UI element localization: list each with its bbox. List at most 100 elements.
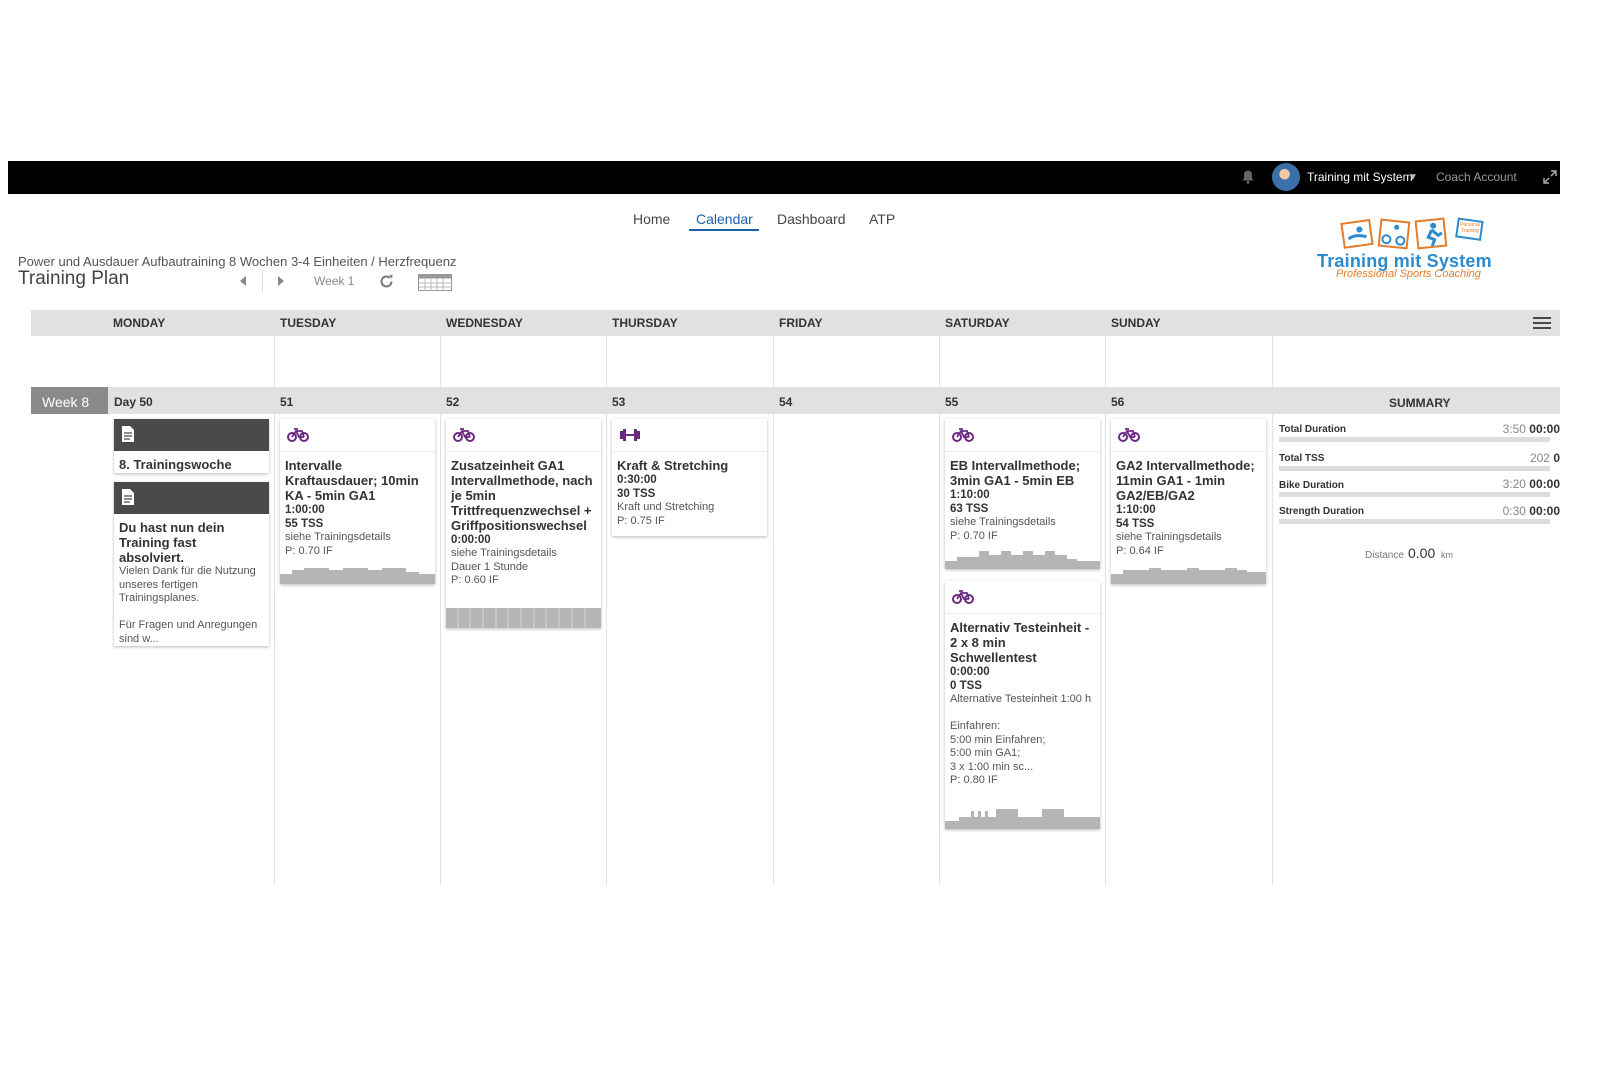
plan-subtitle: Power und Ausdauer Aufbautraining 8 Woch… [18,254,457,269]
bike-icon [952,590,974,604]
workout-title: Kraft & Stretching [617,458,729,473]
workout-tss: 63 TSS [950,503,989,515]
workout-profile-chart [280,568,435,584]
day-header-wednesday: WEDNESDAY [446,316,523,330]
next-week-icon[interactable] [276,275,286,287]
day-number: 53 [612,395,626,409]
card-title: 8. Trainingswoche [119,457,232,472]
dumbbell-icon [620,429,640,441]
previous-week-icon[interactable] [238,275,248,287]
workout-title: GA2 Intervallmethode; 11min GA1 - 1min G… [1116,458,1255,503]
day-number: Day 50 [114,395,153,409]
summary-value: 0:30 00:00 [1502,504,1560,518]
workout-title: EB Intervallmethode; 3min GA1 - 5min EB [950,458,1081,488]
workout-duration: 1:10:00 [950,489,990,501]
document-icon [122,489,134,505]
summary-label: Bike Duration [1279,480,1345,491]
workout-description: Alternative Testeinheit 1:00 h Einfahren… [950,693,1092,786]
day-header-friday: FRIDAY [779,316,823,330]
logo-sports-icons [1340,217,1484,250]
distance-value: 0.00 [1408,545,1436,561]
workout-profile-chart [945,551,1100,569]
chevron-down-icon[interactable]: ▼ [1408,161,1418,194]
summary-bar [1279,519,1550,524]
expand-icon[interactable] [1542,169,1558,185]
workout-tss: 54 TSS [1116,518,1155,530]
logo-tagline: Professional Sports Coaching [1336,268,1481,280]
summary-bar [1279,466,1550,471]
week-label: Week 1 [314,274,355,288]
note-card[interactable]: 8. Trainingswoche [114,419,269,473]
day-header-saturday: SATURDAY [945,316,1010,330]
day-number: 55 [945,395,959,409]
distance-unit: km [1441,550,1453,560]
day-header-thursday: THURSDAY [612,316,678,330]
day-number: 54 [779,395,793,409]
workout-card[interactable]: Kraft & Stretching 0:30:00 30 TSS Kraft … [612,419,767,536]
hamburger-menu-icon[interactable] [1533,316,1551,330]
document-icon [122,426,134,442]
workout-duration: 0:00:00 [950,666,990,678]
day-header-monday: MONDAY [113,316,166,330]
workout-profile-chart [945,809,1100,829]
workout-description: siehe Trainingsdetails Dauer 1 Stunde P:… [451,547,557,586]
workout-card[interactable]: EB Intervallmethode; 3min GA1 - 5min EB … [945,419,1100,569]
distance-label: Distance [1365,550,1404,561]
avatar[interactable] [1272,163,1300,191]
summary-bar [1279,437,1550,442]
card-description: Vielen Dank für die Nutzung unseres fert… [119,565,258,645]
bike-icon [453,428,475,442]
bike-icon [1118,428,1140,442]
week-row [31,387,1560,414]
workout-duration: 0:00:00 [451,534,491,546]
summary-value: 3:50 00:00 [1502,422,1560,436]
refresh-icon[interactable] [378,273,395,290]
workout-card[interactable]: Intervalle Kraftausdauer; 10min KA - 5mi… [280,419,435,584]
summary-value: 3:20 00:00 [1502,477,1560,491]
workout-title: Alternativ Testeinheit - 2 x 8 min Schwe… [950,620,1090,665]
workout-title: Zusatzeinheit GA1 Intervallmethode, nach… [451,458,593,533]
nav-home[interactable]: Home [633,211,670,227]
workout-duration: 1:00:00 [285,504,325,516]
workout-title: Intervalle Kraftausdauer; 10min KA - 5mi… [285,458,419,503]
note-card[interactable]: Du hast nun dein Training fast absolvier… [114,482,269,646]
bike-icon [952,428,974,442]
workout-description: siehe Trainingsdetails P: 0.64 IF [1116,531,1222,557]
nav-calendar[interactable]: Calendar [696,211,753,227]
nav-atp[interactable]: ATP [869,211,895,227]
workout-description: Kraft und Stretching P: 0.75 IF [617,501,715,527]
workout-profile-chart [1111,568,1266,584]
day-number: 56 [1111,395,1125,409]
workout-profile-chart [446,608,601,628]
summary-label: Total TSS [1279,453,1325,464]
summary-value: 202 0 [1529,451,1560,465]
week-badge: Week 8 [31,387,108,414]
workout-description: siehe Trainingsdetails P: 0.70 IF [950,516,1056,542]
workout-tss: 30 TSS [617,488,656,500]
logo-badge-text: Personal Training [1460,222,1480,234]
user-name[interactable]: Training mit System [1307,161,1413,194]
day-header-sunday: SUNDAY [1111,316,1161,330]
calendar-icon[interactable] [418,272,452,291]
page-title: Training Plan [18,268,130,289]
divider [262,270,263,292]
summary-label: Strength Duration [1279,506,1364,517]
day-number: 51 [280,395,294,409]
bell-icon[interactable] [1240,169,1256,185]
workout-card[interactable]: Alternativ Testeinheit - 2 x 8 min Schwe… [945,581,1100,829]
day-number: 52 [446,395,460,409]
workout-description: siehe Trainingsdetails P: 0.70 IF [285,531,391,557]
workout-tss: 0 TSS [950,680,982,692]
workout-card[interactable]: Zusatzeinheit GA1 Intervallmethode, nach… [446,419,601,628]
summary-bar [1279,492,1550,497]
top-bar: Training mit System ▼ Coach Account [8,161,1560,194]
coach-account-link[interactable]: Coach Account [1436,161,1517,194]
nav-active-underline [689,229,759,231]
nav-dashboard[interactable]: Dashboard [777,211,846,227]
workout-card[interactable]: GA2 Intervallmethode; 11min GA1 - 1min G… [1111,419,1266,584]
workout-tss: 55 TSS [285,518,324,530]
day-header-tuesday: TUESDAY [280,316,337,330]
summary-label: Total Duration [1279,424,1347,435]
summary-title: SUMMARY [1389,396,1451,410]
card-title: Du hast nun dein Training fast absolvier… [119,520,225,565]
